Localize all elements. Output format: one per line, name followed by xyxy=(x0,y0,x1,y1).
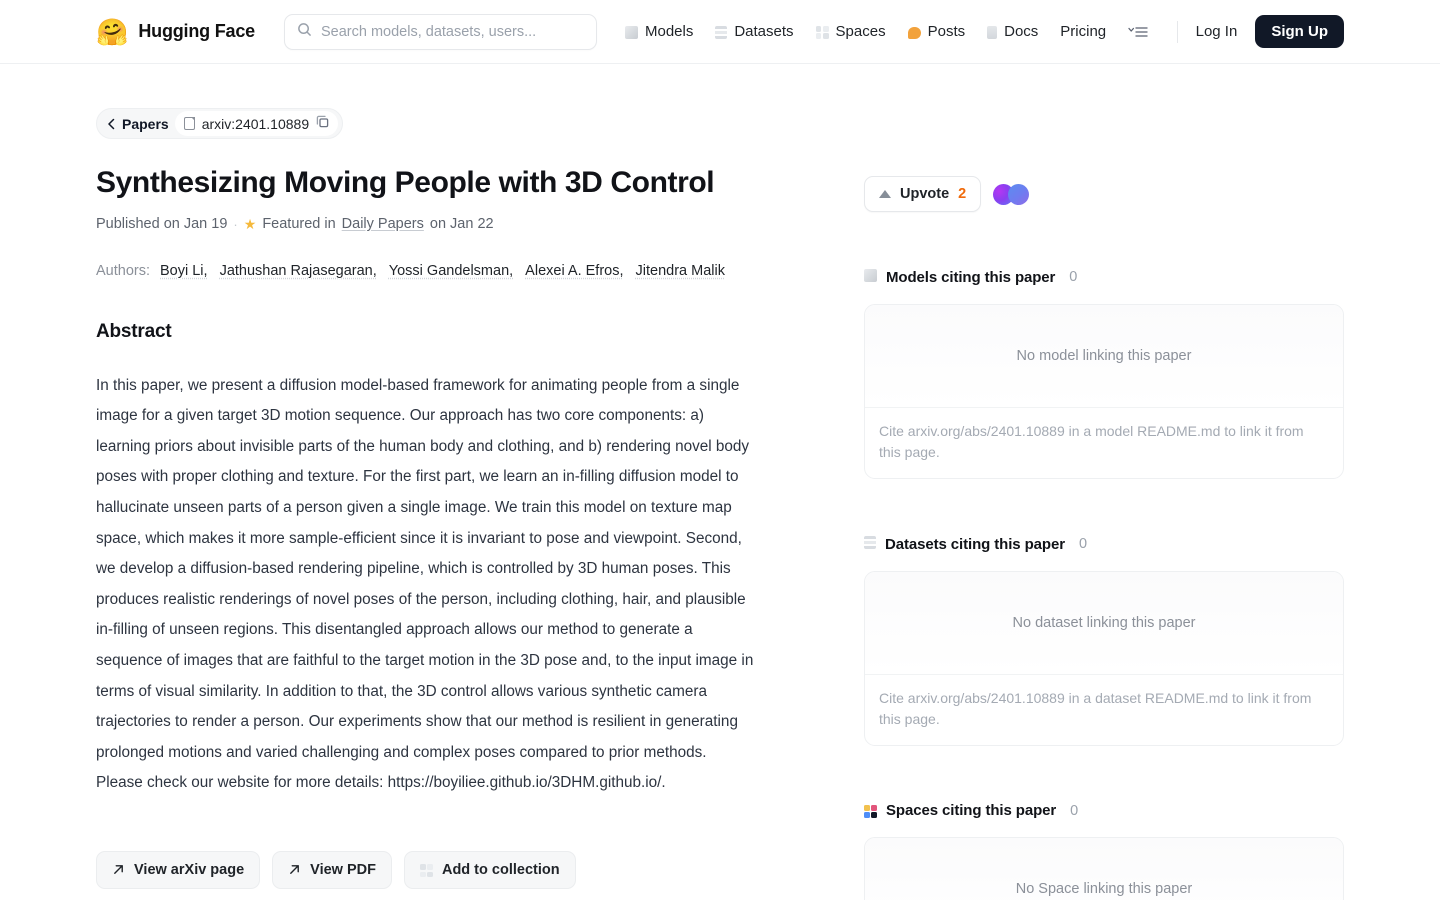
abstract-text: In this paper, we present a diffusion mo… xyxy=(96,376,754,792)
paper-actions: View arXiv page View PDF Add to collecti… xyxy=(96,850,832,889)
breadcrumb: Papers arxiv:2401.10889 xyxy=(96,108,344,139)
nav-item-docs[interactable]: Docs xyxy=(987,23,1038,40)
featured-suffix: on Jan 22 xyxy=(429,216,494,233)
chevron-left-icon xyxy=(108,118,115,129)
collection-grid-icon xyxy=(419,863,433,878)
nav-item-datasets[interactable]: Datasets xyxy=(715,23,794,40)
author-link[interactable]: Boyi Li, xyxy=(160,263,208,279)
nav-divider xyxy=(1176,20,1178,43)
paper-main-column: Papers arxiv:2401.10889 Synthesizing Mov… xyxy=(96,64,832,900)
nav-item-label: Datasets xyxy=(734,23,794,40)
database-icon xyxy=(715,25,728,39)
meta-separator: · xyxy=(233,216,238,232)
breadcrumb-papers-label: Papers xyxy=(122,115,169,132)
search-box[interactable] xyxy=(283,13,597,50)
upvote-count: 2 xyxy=(958,186,967,202)
auth-actions: Log In Sign Up xyxy=(1176,15,1344,48)
signup-button[interactable]: Sign Up xyxy=(1255,15,1344,48)
caret-up-icon xyxy=(879,190,891,198)
paper-sidebar: Upvote 2 Models citing this paper 0 No m… xyxy=(832,64,1344,900)
grid-icon xyxy=(864,804,877,818)
section-count: 0 xyxy=(1078,536,1088,552)
nav-item-label: Spaces xyxy=(835,23,886,40)
author-link[interactable]: Jitendra Malik xyxy=(636,263,725,279)
brand-name: Hugging Face xyxy=(138,21,255,41)
star-icon: ★ xyxy=(243,215,257,232)
upvote-row: Upvote 2 xyxy=(864,176,1344,212)
primary-nav: Models Datasets Spaces Posts Docs Pricin… xyxy=(624,23,1177,40)
datasets-citing-section: Datasets citing this paper 0 No dataset … xyxy=(864,535,1344,746)
section-title: Spaces citing this paper xyxy=(886,802,1057,819)
section-title: Datasets citing this paper xyxy=(885,535,1065,553)
spaces-citing-section: Spaces citing this paper 0 No Space link… xyxy=(864,802,1344,900)
empty-state-text: No Space linking this paper xyxy=(865,838,1343,900)
section-count: 0 xyxy=(1070,802,1079,819)
nav-more-menu-icon[interactable] xyxy=(1128,25,1148,39)
author-link[interactable]: Alexei A. Efros, xyxy=(525,263,623,279)
grid-icon xyxy=(815,25,829,39)
action-label: View PDF xyxy=(310,861,376,878)
featured-prefix: Featured in xyxy=(262,216,336,233)
file-icon xyxy=(183,117,195,130)
login-button[interactable]: Log In xyxy=(1196,23,1238,40)
cube-icon xyxy=(624,25,638,39)
paper-meta: Published on Jan 19 · ★ Featured in Dail… xyxy=(96,216,832,233)
add-to-collection-button[interactable]: Add to collection xyxy=(403,850,576,889)
section-title: Models citing this paper xyxy=(886,268,1056,286)
action-label: Add to collection xyxy=(441,861,560,878)
search-input[interactable] xyxy=(320,23,584,40)
abstract-heading: Abstract xyxy=(96,320,172,342)
breadcrumb-arxiv-pill[interactable]: arxiv:2401.10889 xyxy=(174,111,339,136)
site-header: 🤗 Hugging Face Models Datasets Spaces Po… xyxy=(0,0,1440,64)
cube-icon xyxy=(864,268,877,286)
upvoter-avatars xyxy=(993,183,1030,205)
hugging-face-logo-icon: 🤗 xyxy=(96,16,129,47)
nav-item-posts[interactable]: Posts xyxy=(907,23,966,40)
authors-row: Authors: Boyi Li, Jathushan Rajasegaran,… xyxy=(96,263,832,279)
nav-item-label: Docs xyxy=(1004,23,1039,40)
datasets-citing-card: No dataset linking this paper Cite arxiv… xyxy=(864,571,1344,746)
database-icon xyxy=(864,535,876,553)
empty-state-text: No dataset linking this paper xyxy=(865,572,1343,675)
daily-papers-link[interactable]: Daily Papers xyxy=(342,216,424,232)
action-label: View arXiv page xyxy=(134,861,245,878)
upvote-button[interactable]: Upvote 2 xyxy=(864,176,982,212)
section-header: Datasets citing this paper 0 xyxy=(864,535,1344,553)
page-title: Synthesizing Moving People with 3D Contr… xyxy=(96,166,715,199)
page-body: Papers arxiv:2401.10889 Synthesizing Mov… xyxy=(0,64,1440,900)
author-link[interactable]: Jathushan Rajasegaran, xyxy=(220,263,377,279)
empty-state-text: No model linking this paper xyxy=(865,305,1343,408)
section-header: Spaces citing this paper 0 xyxy=(864,802,1344,819)
upvoter-avatar-2[interactable] xyxy=(1008,183,1030,205)
nav-item-models[interactable]: Models xyxy=(624,23,694,40)
upvote-label: Upvote xyxy=(900,186,950,202)
section-header: Models citing this paper 0 xyxy=(864,268,1344,286)
cite-hint-text: Cite arxiv.org/abs/2401.10889 in a model… xyxy=(879,423,1304,460)
view-arxiv-page-button[interactable]: View arXiv page xyxy=(96,850,261,889)
nav-item-label: Pricing xyxy=(1060,23,1107,40)
brand-logo-link[interactable]: 🤗 Hugging Face xyxy=(96,19,255,45)
nav-item-label: Models xyxy=(644,23,694,40)
cite-hint-text: Cite arxiv.org/abs/2401.10889 in a datas… xyxy=(879,690,1312,727)
models-citing-section: Models citing this paper 0 No model link… xyxy=(864,268,1344,479)
author-link[interactable]: Yossi Gandelsman, xyxy=(389,263,513,279)
book-icon xyxy=(987,25,998,39)
nav-item-label: Posts xyxy=(927,23,966,40)
section-count: 0 xyxy=(1069,269,1078,285)
chat-bubble-icon xyxy=(907,26,921,39)
nav-item-pricing[interactable]: Pricing xyxy=(1060,23,1106,40)
external-link-icon xyxy=(290,865,300,875)
authors-label: Authors: xyxy=(96,262,150,279)
models-citing-card: No model linking this paper Cite arxiv.o… xyxy=(864,304,1344,479)
copy-icon[interactable] xyxy=(316,115,329,133)
breadcrumb-papers-link[interactable]: Papers xyxy=(107,116,169,132)
breadcrumb-arxiv-label: arxiv:2401.10889 xyxy=(201,115,310,132)
view-pdf-button[interactable]: View PDF xyxy=(272,850,392,889)
spaces-citing-card: No Space linking this paper Cite arxiv.o… xyxy=(864,837,1344,900)
external-link-icon xyxy=(114,865,123,875)
published-date: Published on Jan 19 xyxy=(96,216,228,233)
search-icon xyxy=(297,22,312,42)
nav-item-spaces[interactable]: Spaces xyxy=(815,23,886,40)
